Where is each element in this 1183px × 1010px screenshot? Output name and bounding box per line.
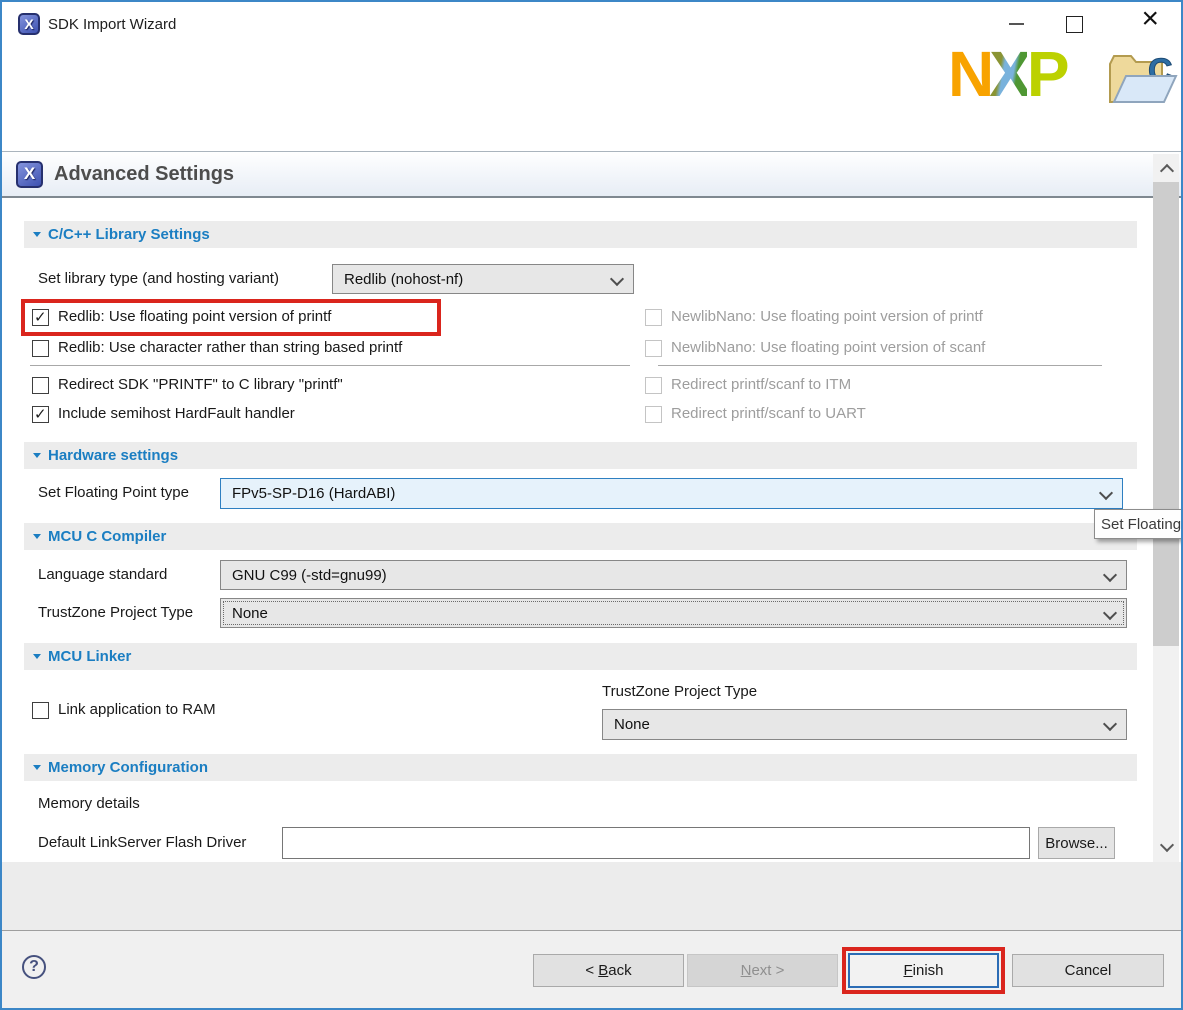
advanced-settings-x-icon: X [16,161,43,188]
chevron-down-icon [1103,606,1117,620]
section-mcu-linker[interactable]: MCU Linker [24,643,1137,670]
linker-trustzone-dropdown[interactable]: None [602,709,1127,740]
library-type-label: Set library type (and hosting variant) [38,270,279,287]
checkbox-redirect-uart [645,406,662,423]
checkbox-label: Redirect printf/scanf to ITM [671,376,851,393]
page-title: Advanced Settings [54,163,234,186]
next-button: Next > [687,954,838,987]
section-mcu-c-compiler[interactable]: MCU C Compiler [24,523,1137,550]
help-icon[interactable]: ? [22,955,46,979]
checkbox-label: Include semihost HardFault handler [58,405,295,422]
checkbox-redlib-float-printf[interactable] [32,309,49,326]
section-memory-configuration[interactable]: Memory Configuration [24,754,1137,781]
divider [658,365,1102,366]
checkbox-label: Redirect SDK "PRINTF" to C library "prin… [58,376,343,393]
flash-driver-label: Default LinkServer Flash Driver [38,834,246,851]
floating-point-dropdown[interactable]: FPv5-SP-D16 (HardABI) [220,478,1123,509]
window-title: SDK Import Wizard [48,16,176,33]
scroll-up-icon[interactable] [1160,164,1174,178]
section-library-settings[interactable]: C/C++ Library Settings [24,221,1137,248]
collapse-arrow-icon [33,654,41,659]
tooltip: Set Floating [1094,509,1183,539]
checkbox-label: NewlibNano: Use floating point version o… [671,339,985,356]
checkbox-label: Redlib: Use character rather than string… [58,339,402,356]
bottom-filler [2,862,1181,931]
browse-button[interactable]: Browse... [1038,827,1115,859]
checkbox-redlib-char-printf[interactable] [32,340,49,357]
chevron-down-icon [1099,486,1113,500]
chevron-down-icon [1103,717,1117,731]
collapse-arrow-icon [33,453,41,458]
chevron-down-icon [610,272,624,286]
language-standard-dropdown[interactable]: GNU C99 (-std=gnu99) [220,560,1127,590]
checkbox-label: Redirect printf/scanf to UART [671,405,866,422]
floating-point-label: Set Floating Point type [38,484,189,501]
scroll-down-icon[interactable] [1160,838,1174,852]
footer-bar: ? < Back Next > Finish Cancel [2,930,1181,1008]
collapse-arrow-icon [33,232,41,237]
checkbox-redirect-sdk-printf[interactable] [32,377,49,394]
minimize-icon[interactable] [1009,23,1024,25]
flash-driver-input[interactable] [282,827,1030,859]
sdk-import-wizard-window: X SDK Import Wizard × NXP C X Advanced S… [0,0,1183,1010]
chevron-down-icon [1103,568,1117,582]
checkbox-newlibnano-float-printf [645,309,662,326]
checkbox-label: NewlibNano: Use floating point version o… [671,308,983,325]
checkbox-label: Link application to RAM [58,701,216,718]
advanced-settings-header: X Advanced Settings [2,152,1181,198]
checkbox-redirect-itm [645,377,662,394]
scrollbar-thumb[interactable] [1153,182,1179,646]
cancel-button[interactable]: Cancel [1012,954,1164,987]
library-type-dropdown[interactable]: Redlib (nohost-nf) [332,264,634,294]
collapse-arrow-icon [33,765,41,770]
back-button[interactable]: < Back [533,954,684,987]
checkbox-newlibnano-float-scanf [645,340,662,357]
section-hardware-settings[interactable]: Hardware settings [24,442,1137,469]
memory-details-label: Memory details [38,795,140,812]
close-icon[interactable]: × [1141,4,1159,34]
nxp-logo: NXP [948,42,1065,106]
linker-trustzone-label: TrustZone Project Type [602,683,757,700]
c-folder-icon: C [1106,52,1178,110]
app-x-icon: X [18,13,40,35]
vertical-scrollbar[interactable] [1153,154,1179,862]
trustzone-type-dropdown[interactable]: None [220,598,1127,628]
finish-button[interactable]: Finish [848,953,999,988]
checkbox-semihost-hardfault[interactable] [32,406,49,423]
maximize-icon[interactable] [1066,16,1083,33]
collapse-arrow-icon [33,534,41,539]
language-standard-label: Language standard [38,566,167,583]
checkbox-label: Redlib: Use floating point version of pr… [58,308,331,325]
divider [30,365,630,366]
checkbox-link-to-ram[interactable] [32,702,49,719]
trustzone-type-label: TrustZone Project Type [38,604,193,621]
